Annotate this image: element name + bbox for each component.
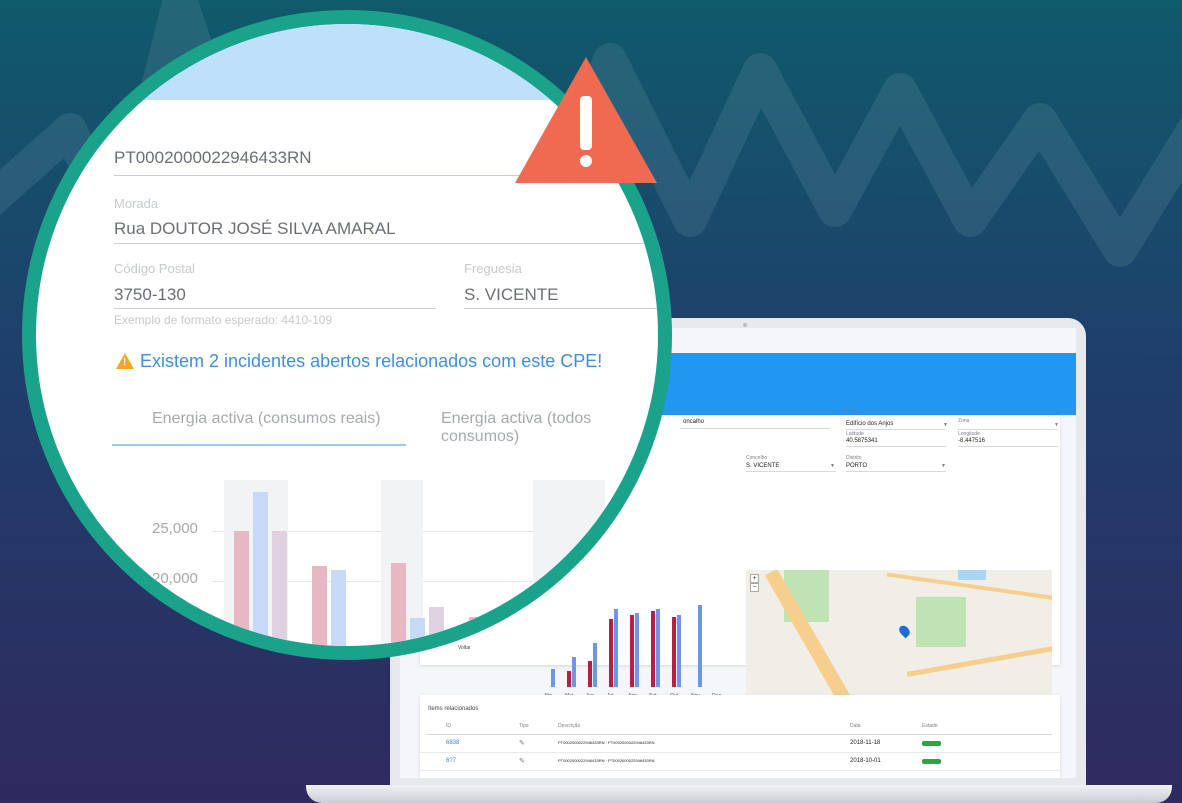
zoom-in-icon[interactable]: + <box>750 574 759 583</box>
related-items-title: Items relacionados <box>428 706 479 712</box>
tab-energia-real[interactable]: Energia activa (consumos reais) <box>152 410 381 428</box>
address-underline <box>114 243 654 244</box>
row-date: 2018-11-18 <box>850 740 881 746</box>
concelho-underline <box>746 471 836 472</box>
edit-icon[interactable]: ✎ <box>519 757 525 765</box>
chevron-down-icon: ▼ <box>830 463 835 469</box>
table-row[interactable]: 6838 ✎ PT0002000022946433RN · PT00020000… <box>420 735 1060 753</box>
distrito-value[interactable]: PORTO <box>846 463 867 469</box>
longitude-label: Longitude <box>958 431 980 437</box>
postal-code-underline <box>114 308 436 309</box>
chart-bar <box>698 605 702 687</box>
concelho-value[interactable]: S. VICENTE <box>746 463 779 469</box>
longitude-underline <box>958 446 1058 447</box>
row-description: PT0002000022946433RN · PT000200002294643… <box>558 740 655 745</box>
incident-warning[interactable]: Existem 2 incidentes abertos relacionado… <box>140 351 602 372</box>
camera-dot <box>743 323 747 327</box>
chart-bar <box>391 563 406 646</box>
laptop-base <box>306 785 1172 803</box>
chart-bar <box>331 570 346 646</box>
table-header-id: ID <box>446 723 451 729</box>
address-underline <box>680 428 830 429</box>
chart-bar <box>588 661 592 687</box>
zone-underline[interactable] <box>958 429 1058 430</box>
map-location-pin-icon[interactable] <box>897 623 912 639</box>
table-header-description: Descrição <box>558 723 581 729</box>
postal-code-value[interactable]: 3750-130 <box>114 285 186 305</box>
chart-bar <box>272 531 287 646</box>
concelho-label: Concelho <box>746 455 768 461</box>
chart-bar <box>551 669 555 687</box>
chevron-down-icon: ▼ <box>1054 422 1059 428</box>
row-date: 2018-10-01 <box>850 758 881 764</box>
latitude-value[interactable]: 40.5875341 <box>846 438 878 444</box>
chart-bar <box>574 583 578 619</box>
chart-bar <box>566 571 570 619</box>
cross-road <box>906 644 1052 677</box>
edit-icon[interactable]: ✎ <box>519 739 525 747</box>
chart-bar <box>596 544 600 619</box>
chart-bar <box>253 492 268 646</box>
address-fragment: oncalho <box>683 419 705 425</box>
location-map[interactable]: + − <box>746 570 1052 714</box>
chart-bar <box>234 531 249 646</box>
chevron-down-icon: ▼ <box>941 463 946 469</box>
related-items-panel: Items relacionados ID Tipo Descrição Dat… <box>420 695 1060 778</box>
chart-bar <box>672 617 676 687</box>
zoom-mini-chart <box>536 509 658 619</box>
cpe-value[interactable]: PT0002000022946433RN <box>114 148 312 168</box>
building-select[interactable]: Edifício dos Anjos <box>846 421 893 427</box>
row-id-link[interactable]: 6?7 <box>446 758 456 764</box>
chart-bar <box>590 559 594 619</box>
distrito-underline <box>846 471 946 472</box>
chart-bar <box>567 671 571 687</box>
chart-bar <box>640 547 644 619</box>
garden-area <box>916 597 966 647</box>
building-underline <box>846 429 946 430</box>
status-badge <box>922 759 941 764</box>
chart-bar <box>312 566 327 646</box>
chart-bar <box>677 615 681 687</box>
parish-underline <box>464 308 658 309</box>
longitude-value[interactable]: -8.447516 <box>958 438 985 444</box>
building-label: Edifício <box>846 408 863 414</box>
address-label: Morada <box>114 196 159 211</box>
alert-exclamation-bar <box>580 96 592 150</box>
chart-bar <box>646 549 650 619</box>
alert-exclamation-dot <box>580 155 592 167</box>
parish-label: Freguesia <box>464 261 522 276</box>
zone-label: Zona <box>958 418 970 424</box>
chart-bar <box>572 657 576 687</box>
y-axis-tick: 25,000 <box>152 520 198 537</box>
latitude-label: Latitude <box>846 431 864 437</box>
table-header-type: Tipo <box>519 723 529 729</box>
warning-icon-mark: ! <box>123 357 127 368</box>
map-water-feature <box>958 570 986 580</box>
postal-code-label: Código Postal <box>114 261 195 276</box>
status-badge <box>922 741 941 746</box>
parish-value[interactable]: S. VICENTE <box>464 285 558 305</box>
row-description: PT0002000022946433RN · PT000200002294643… <box>558 758 655 763</box>
zoomed-header <box>36 24 658 100</box>
y-axis-tick: 20,000 <box>152 570 198 587</box>
table-header-date: Data <box>850 723 861 729</box>
latitude-underline <box>846 446 946 447</box>
chart-bar <box>622 541 626 619</box>
postal-code-hint: Exemplo de formato esperado: 4410-109 <box>114 313 333 327</box>
active-tab-indicator <box>112 444 406 446</box>
row-id-link[interactable]: 6838 <box>446 740 459 746</box>
distrito-label: Distrito <box>846 455 862 461</box>
chart-bar <box>616 545 620 619</box>
table-header-status: Estado <box>922 723 938 729</box>
chart-bar <box>593 643 597 687</box>
zoom-out-icon[interactable]: − <box>750 583 759 592</box>
tab-energia-todos[interactable]: Energia activa (todos consumos) <box>441 410 658 446</box>
table-row[interactable]: 6?7 ✎ PT0002000022946433RN · PT000200002… <box>420 753 1060 771</box>
address-value[interactable]: Rua DOUTOR JOSÉ SILVA AMARAL <box>114 219 396 239</box>
chevron-down-icon: ▼ <box>943 422 948 428</box>
